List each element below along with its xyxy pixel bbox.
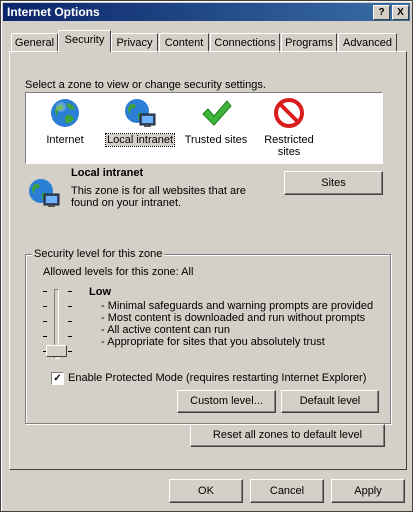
allowed-levels-text: Allowed levels for this zone: All xyxy=(43,266,194,278)
zone-local-intranet-label: Local intranet xyxy=(104,133,176,147)
zone-trusted-sites-label: Trusted sites xyxy=(184,134,248,146)
sites-button[interactable]: Sites xyxy=(284,171,383,195)
protected-mode-checkbox[interactable]: ✓ xyxy=(51,372,64,385)
zone-prompt: Select a zone to view or change security… xyxy=(25,79,266,91)
default-level-button[interactable]: Default level xyxy=(281,390,379,413)
slider-tick xyxy=(68,351,72,352)
tab-advanced[interactable]: Advanced xyxy=(338,33,397,53)
window-title: Internet Options xyxy=(7,5,100,19)
zone-local-intranet[interactable]: Local intranet xyxy=(104,97,176,147)
slider-tick xyxy=(43,321,47,322)
local-intranet-icon xyxy=(125,99,156,127)
level-bullet: - All active content can run xyxy=(101,324,231,336)
zone-info-description: This zone is for all websites that are f… xyxy=(71,185,246,209)
security-level-name: Low xyxy=(89,286,111,298)
tab-content[interactable]: Content xyxy=(159,33,209,53)
level-bullet: - Most content is downloaded and run wit… xyxy=(101,312,366,324)
level-bullet: - Minimal safeguards and warning prompts… xyxy=(101,300,374,312)
local-intranet-icon xyxy=(29,179,60,207)
zone-list: Internet Local intranet Trusted sites Re… xyxy=(25,92,383,164)
tab-programs[interactable]: Programs xyxy=(281,33,337,53)
slider-tick xyxy=(68,291,72,292)
zone-internet-label: Internet xyxy=(46,134,84,146)
zone-internet[interactable]: Internet xyxy=(40,97,90,146)
prohibited-icon xyxy=(274,98,304,128)
zone-trusted-sites[interactable]: Trusted sites xyxy=(184,97,248,146)
internet-options-window: Internet Options ? X General Security Pr… xyxy=(0,0,413,512)
tab-general[interactable]: General xyxy=(11,33,58,53)
custom-level-button[interactable]: Custom level... xyxy=(177,390,276,413)
close-button[interactable]: X xyxy=(392,5,409,20)
slider-tick xyxy=(68,336,72,337)
cancel-button[interactable]: Cancel xyxy=(250,479,324,503)
tab-privacy[interactable]: Privacy xyxy=(111,33,158,53)
slider-tick xyxy=(68,321,72,322)
zone-restricted-sites[interactable]: Restricted sites xyxy=(258,97,320,158)
checkmark-icon xyxy=(202,100,232,126)
reset-all-zones-button[interactable]: Reset all zones to default level xyxy=(190,424,385,447)
globe-icon xyxy=(51,99,79,127)
slider-thumb[interactable] xyxy=(46,345,67,357)
apply-button[interactable]: Apply xyxy=(331,479,405,503)
tab-security[interactable]: Security xyxy=(58,30,111,52)
ok-button[interactable]: OK xyxy=(169,479,243,503)
security-level-group-label: Security level for this zone xyxy=(32,248,165,260)
zone-restricted-sites-label: Restricted sites xyxy=(264,134,314,158)
level-bullet: - Appropriate for sites that you absolut… xyxy=(101,336,325,348)
security-level-description: - Minimal safeguards and warning prompts… xyxy=(101,300,373,348)
slider-tick xyxy=(43,306,47,307)
slider-tick xyxy=(68,306,72,307)
zone-info-title: Local intranet xyxy=(71,167,144,179)
title-bar[interactable]: Internet Options ? X xyxy=(3,3,410,21)
help-button[interactable]: ? xyxy=(373,5,390,20)
protected-mode-label[interactable]: Enable Protected Mode (requires restarti… xyxy=(68,372,366,384)
slider-tick xyxy=(43,336,47,337)
slider-tick xyxy=(43,291,47,292)
tab-connections[interactable]: Connections xyxy=(210,33,280,53)
